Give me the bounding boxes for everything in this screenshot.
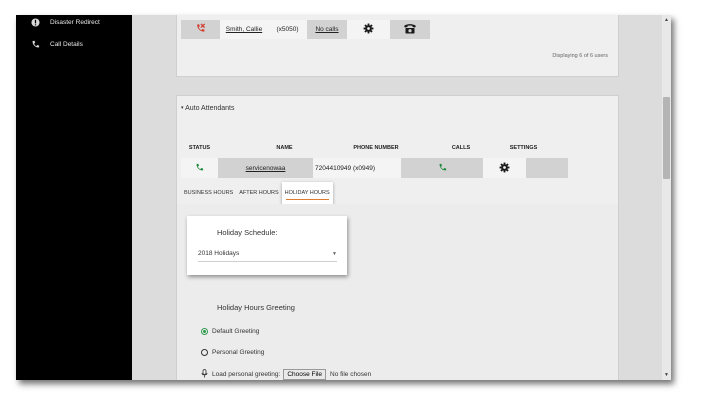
tab-holiday-hours[interactable]: HOLIDAY HOURS — [281, 182, 333, 204]
radio-selected-icon — [201, 328, 208, 335]
radio-label: Personal Greeting — [212, 349, 265, 356]
scroll-up-icon[interactable]: ▲ — [663, 17, 670, 23]
aa-extra-cell — [526, 158, 568, 178]
users-count-text: Displaying 6 of 6 users — [552, 53, 608, 59]
aa-settings-cell — [483, 158, 526, 178]
auto-attendants-card: ▾ Auto Attendants STATUS NAME PHONE NUMB… — [176, 95, 619, 380]
users-card: Smith, Callie (x5050) No calls Displayin… — [176, 15, 619, 77]
sidebar-item-disaster-redirect[interactable]: Disaster Redirect — [28, 17, 100, 27]
aa-status-cell — [181, 158, 218, 178]
phone-active-icon — [195, 163, 204, 174]
user-extension-cell: (x5050) — [268, 20, 307, 39]
radio-personal-greeting[interactable]: Personal Greeting — [201, 349, 264, 356]
column-header-name: NAME — [276, 145, 293, 151]
holiday-hours-panel: Holiday Schedule: 2018 Holidays ▼ Holida… — [177, 204, 618, 380]
user-calls-cell: No calls — [307, 20, 347, 39]
phone-icon — [28, 39, 42, 49]
gear-icon[interactable] — [499, 162, 510, 175]
column-header-status: STATUS — [188, 145, 211, 151]
phone-missed-icon — [195, 23, 206, 36]
holiday-schedule-value: 2018 Holidays — [198, 250, 240, 257]
holiday-schedule-label: Holiday Schedule: — [217, 228, 278, 237]
user-row: Smith, Callie (x5050) No calls — [181, 20, 430, 39]
load-greeting-label: Load personal greeting: — [212, 371, 281, 378]
user-name-link[interactable]: Smith, Callie — [226, 26, 262, 33]
aa-phone-number: 7204410949 (x0949) — [315, 164, 375, 172]
choose-file-button[interactable]: Choose File — [283, 369, 326, 380]
scroll-down-icon[interactable]: ▼ — [663, 372, 670, 378]
sidebar-item-call-details[interactable]: Call Details — [28, 39, 83, 49]
auto-attendants-title: Auto Attendants — [185, 105, 235, 112]
load-greeting-row: Load personal greeting: Choose File No f… — [201, 369, 371, 380]
holiday-schedule-select[interactable]: 2018 Holidays ▼ — [198, 246, 337, 262]
sidebar-item-label: Call Details — [50, 40, 83, 48]
sidebar: Disaster Redirect Call Details — [16, 15, 132, 380]
tab-business-hours[interactable]: BUSINESS HOURS — [181, 182, 236, 204]
caret-down-icon: ▾ — [181, 105, 184, 111]
phone-calls-icon[interactable] — [438, 163, 447, 174]
holiday-schedule-card: Holiday Schedule: 2018 Holidays ▼ — [187, 216, 347, 275]
file-status: No file chosen — [330, 371, 372, 378]
main-content: Smith, Callie (x5050) No calls Displayin… — [132, 15, 662, 380]
desk-phone-icon[interactable] — [403, 23, 417, 36]
vertical-scrollbar[interactable]: ▲ ▼ — [662, 15, 671, 380]
scrollbar-thumb[interactable] — [663, 97, 670, 179]
radio-unselected-icon — [201, 349, 208, 356]
aa-phone-cell: 7204410949 (x0949) — [313, 158, 401, 178]
aa-name-cell: servicenowaa — [218, 158, 313, 178]
app-window: Disaster Redirect Call Details Smith, Ca… — [16, 15, 671, 380]
user-extension: (x5050) — [276, 26, 299, 33]
hours-tabs: BUSINESS HOURS AFTER HOURS HOLIDAY HOURS — [181, 182, 333, 204]
user-settings-cell — [347, 20, 390, 39]
column-header-settings: SETTINGS — [509, 145, 538, 151]
auto-attendants-toggle[interactable]: ▾ Auto Attendants — [181, 105, 235, 112]
holiday-greeting-title: Holiday Hours Greeting — [217, 303, 295, 312]
microphone-icon — [201, 369, 208, 380]
column-header-calls: CALLS — [451, 145, 471, 151]
radio-label: Default Greeting — [212, 328, 260, 335]
aa-calls-cell — [401, 158, 483, 178]
aa-name-link[interactable]: servicenowaa — [246, 165, 286, 172]
gear-icon[interactable] — [363, 23, 374, 36]
user-calls-link[interactable]: No calls — [315, 26, 338, 33]
auto-attendant-row: servicenowaa 7204410949 (x0949) — [181, 158, 568, 178]
user-name-cell: Smith, Callie — [220, 20, 268, 39]
user-phone-cell — [390, 20, 430, 39]
tab-after-hours[interactable]: AFTER HOURS — [236, 182, 281, 204]
column-header-phone-number: PHONE NUMBER — [353, 145, 399, 151]
radio-default-greeting[interactable]: Default Greeting — [201, 328, 259, 335]
caret-down-icon: ▼ — [332, 250, 337, 257]
info-circle-icon — [28, 17, 42, 27]
user-status-cell — [181, 20, 220, 39]
sidebar-item-label: Disaster Redirect — [50, 18, 100, 26]
